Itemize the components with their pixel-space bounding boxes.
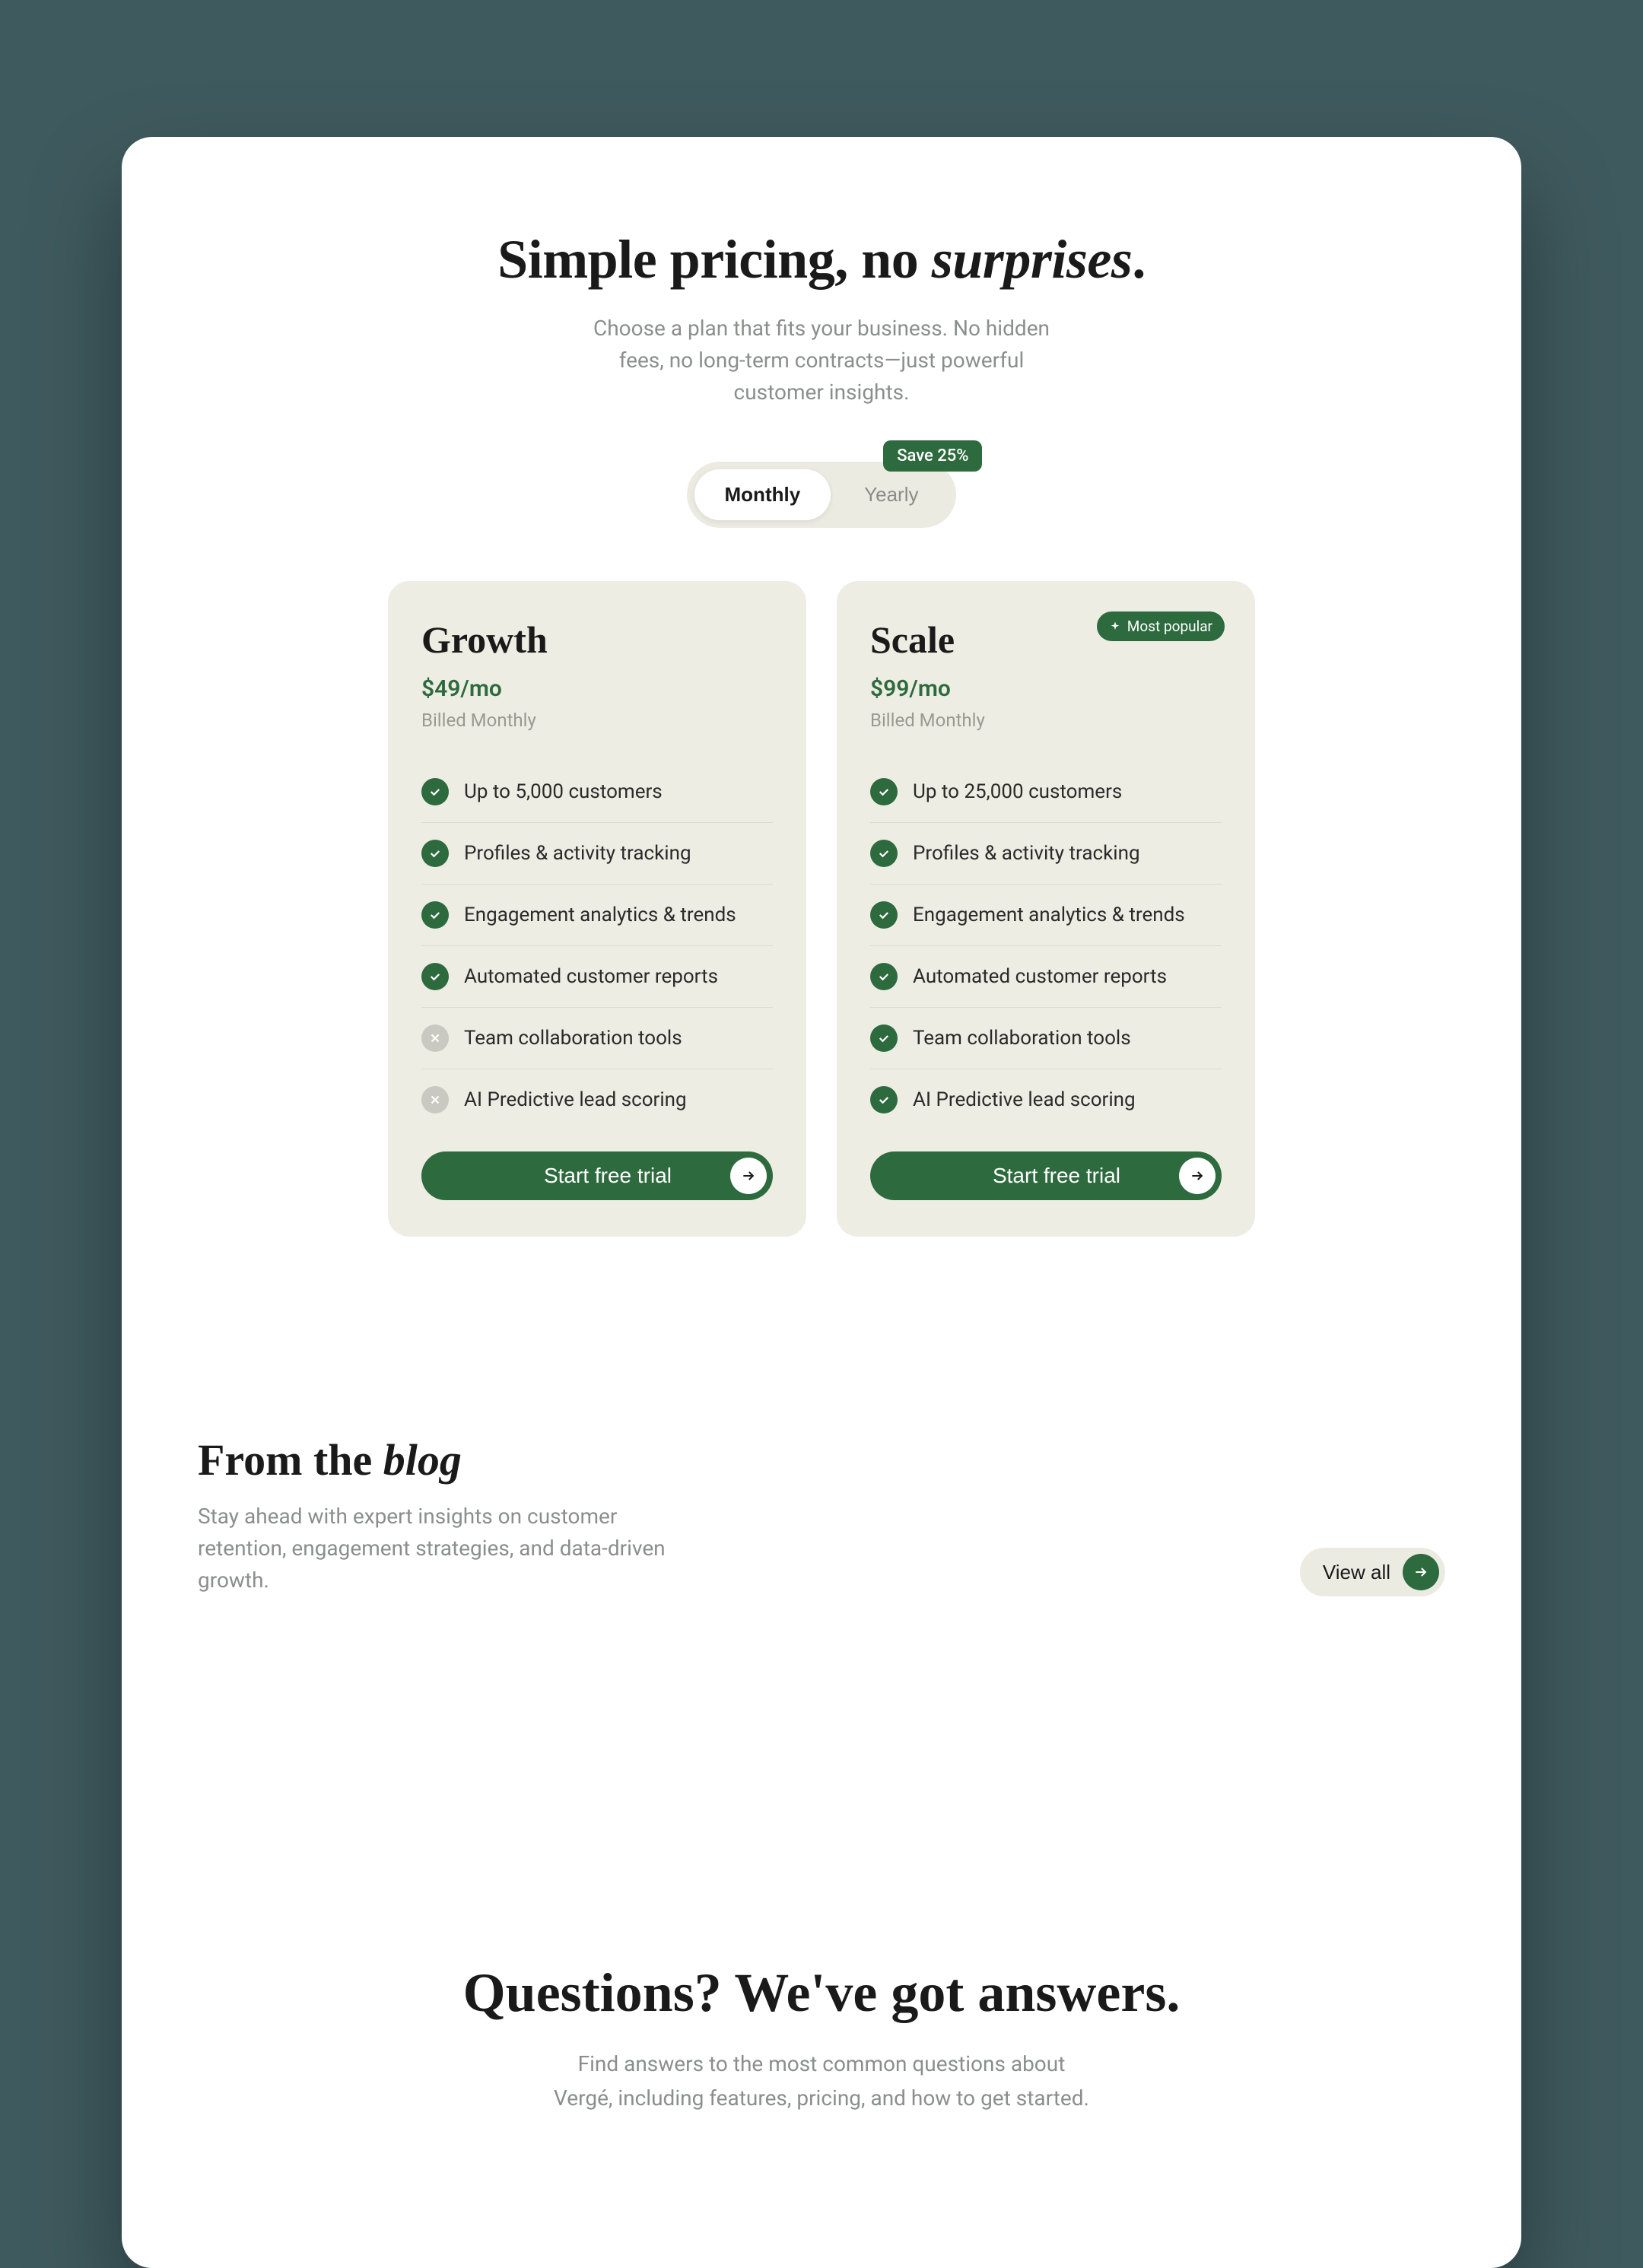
plan-features: Up to 5,000 customers Profiles & activit… [421,761,773,1130]
check-icon [421,901,449,929]
plan-name: Growth [421,618,773,662]
pricing-title: Simple pricing, no surprises. [198,228,1445,291]
plan-billed: Billed Monthly [870,710,1222,731]
plans-row: Growth $49/mo Billed Monthly Up to 5,000… [198,581,1445,1237]
feature-label: Up to 25,000 customers [913,780,1122,803]
blog-section: From the blog Stay ahead with expert ins… [198,1434,1445,1596]
pricing-title-post: . [1132,229,1146,290]
feature-label: Profiles & activity tracking [913,842,1140,865]
check-icon [421,963,449,990]
blog-heading-block: From the blog Stay ahead with expert ins… [198,1434,685,1596]
feature-row: Team collaboration tools [870,1008,1222,1069]
plan-features: Up to 25,000 customers Profiles & activi… [870,761,1222,1130]
feature-row: Profiles & activity tracking [421,823,773,885]
feature-row: Up to 25,000 customers [870,761,1222,823]
feature-row: AI Predictive lead scoring [870,1069,1222,1130]
faq-title: Questions? We've got answers. [198,1961,1445,2025]
pricing-subtitle: Choose a plan that fits your business. N… [586,313,1057,408]
x-icon [421,1024,449,1052]
blog-title: From the blog [198,1434,685,1485]
start-trial-button[interactable]: Start free trial [421,1151,773,1200]
feature-row: Automated customer reports [421,946,773,1008]
feature-row: Profiles & activity tracking [870,823,1222,885]
blog-header-row: From the blog Stay ahead with expert ins… [198,1434,1445,1596]
page-card: Simple pricing, no surprises. Choose a p… [122,137,1521,2268]
arrow-right-icon [1179,1158,1216,1194]
blog-title-pre: From the [198,1435,383,1485]
toggle-yearly[interactable]: Yearly [834,469,949,520]
blog-subtitle: Stay ahead with expert insights on custo… [198,1501,685,1596]
feature-row: Up to 5,000 customers [421,761,773,823]
plan-price: $99/mo [870,675,1222,702]
feature-label: AI Predictive lead scoring [464,1088,687,1111]
faq-subtitle: Find answers to the most common question… [548,2047,1095,2116]
popular-label: Most popular [1127,618,1212,635]
feature-row: Automated customer reports [870,946,1222,1008]
feature-row: AI Predictive lead scoring [421,1069,773,1130]
pricing-title-pre: Simple pricing, no [497,229,932,290]
billing-toggle-wrapper: Save 25% Monthly Yearly [687,462,957,528]
toggle-monthly[interactable]: Monthly [694,469,831,520]
billing-toggle: Monthly Yearly [687,462,957,528]
plan-scale: Most popular Scale $99/mo Billed Monthly… [837,581,1255,1237]
feature-label: Automated customer reports [464,965,718,988]
view-all-button[interactable]: View all [1300,1548,1445,1596]
check-icon [870,901,898,929]
check-icon [870,1086,898,1113]
view-all-label: View all [1323,1561,1390,1584]
sparkle-icon [1109,621,1121,633]
check-icon [870,840,898,867]
blog-title-italic: blog [383,1435,462,1485]
feature-label: Up to 5,000 customers [464,780,663,803]
save-badge: Save 25% [883,440,982,472]
feature-label: Engagement analytics & trends [464,904,736,926]
plan-price: $49/mo [421,675,773,702]
cta-label: Start free trial [898,1164,1216,1188]
arrow-right-icon [730,1158,767,1194]
arrow-right-icon [1403,1554,1439,1590]
check-icon [421,840,449,867]
feature-row: Team collaboration tools [421,1008,773,1069]
feature-label: Engagement analytics & trends [913,904,1185,926]
feature-label: AI Predictive lead scoring [913,1088,1136,1111]
feature-row: Engagement analytics & trends [421,885,773,946]
pricing-title-italic: surprises [932,229,1133,290]
check-icon [870,1024,898,1052]
feature-label: Profiles & activity tracking [464,842,691,865]
check-icon [421,778,449,805]
x-icon [421,1086,449,1113]
check-icon [870,963,898,990]
feature-label: Automated customer reports [913,965,1167,988]
feature-row: Engagement analytics & trends [870,885,1222,946]
most-popular-badge: Most popular [1097,611,1225,641]
check-icon [870,778,898,805]
plan-billed: Billed Monthly [421,710,773,731]
start-trial-button[interactable]: Start free trial [870,1151,1222,1200]
feature-label: Team collaboration tools [913,1027,1131,1050]
feature-label: Team collaboration tools [464,1027,682,1050]
plan-growth: Growth $49/mo Billed Monthly Up to 5,000… [388,581,806,1237]
faq-section: Questions? We've got answers. Find answe… [198,1961,1445,2116]
pricing-section: Simple pricing, no surprises. Choose a p… [198,228,1445,1237]
cta-label: Start free trial [449,1164,767,1188]
